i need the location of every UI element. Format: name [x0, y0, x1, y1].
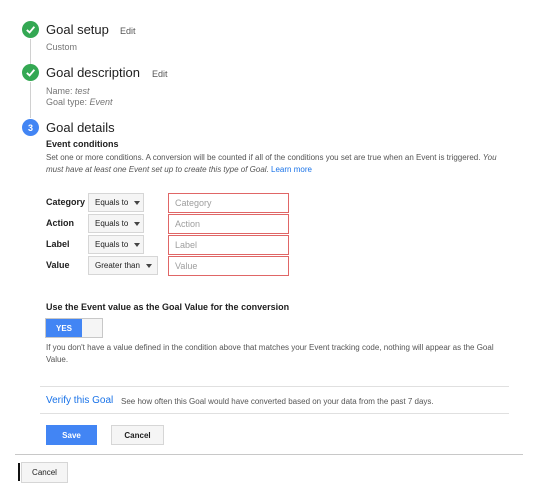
cancel-button[interactable]: Cancel	[111, 425, 164, 445]
verify-goal-link[interactable]: Verify this Goal	[46, 395, 113, 406]
save-button[interactable]: Save	[46, 425, 97, 445]
category-operator-value: Equals to	[95, 198, 129, 207]
verify-goal-description: See how often this Goal would have conve…	[121, 397, 434, 406]
condition-label-category: Category	[46, 197, 86, 207]
value-operator-value: Greater than	[95, 261, 140, 270]
condition-label-label: Label	[46, 239, 70, 249]
label-operator-select[interactable]: Equals to	[88, 235, 144, 254]
goal-setup-value: Custom	[46, 42, 78, 52]
edit-goal-setup-link[interactable]: Edit	[120, 26, 136, 36]
divider	[40, 386, 509, 387]
label-input[interactable]: Label	[168, 235, 289, 255]
value-operator-select[interactable]: Greater than	[88, 256, 158, 275]
check-icon	[22, 64, 39, 81]
action-operator-value: Equals to	[95, 219, 129, 228]
goal-value-note: If you don't have a value defined in the…	[46, 343, 494, 364]
goal-type-label: Goal type:	[46, 97, 88, 107]
edit-goal-description-link[interactable]: Edit	[152, 69, 168, 79]
event-conditions-description: Set one or more conditions. A conversion…	[46, 152, 508, 176]
learn-more-link[interactable]: Learn more	[271, 165, 312, 174]
action-input[interactable]: Action	[168, 214, 289, 234]
goal-value-toggle[interactable]: YES	[45, 318, 103, 338]
divider	[40, 413, 509, 414]
category-operator-select[interactable]: Equals to	[88, 193, 144, 212]
chevron-down-icon	[134, 221, 141, 226]
chevron-down-icon	[134, 242, 141, 247]
value-input[interactable]: Value	[168, 256, 289, 276]
goal-value-heading: Use the Event value as the Goal Value fo…	[46, 302, 290, 312]
condition-label-action: Action	[46, 218, 74, 228]
chevron-down-icon	[145, 263, 152, 268]
check-icon	[22, 21, 39, 38]
goal-name-value: test	[75, 86, 90, 96]
chevron-down-icon	[134, 200, 141, 205]
goal-name-line: Name: test	[46, 86, 90, 97]
goal-type-line: Goal type: Event	[46, 97, 113, 108]
action-operator-select[interactable]: Equals to	[88, 214, 144, 233]
divider	[15, 454, 523, 455]
goal-type-value: Event	[89, 97, 113, 107]
step-number-badge: 3	[22, 119, 39, 136]
category-input[interactable]: Category	[168, 193, 289, 213]
toggle-yes-label: YES	[46, 319, 82, 337]
step-title-goal-setup: Goal setup	[46, 22, 109, 37]
condition-label-value: Value	[46, 260, 70, 270]
label-operator-value: Equals to	[95, 240, 129, 249]
outer-cancel-button[interactable]: Cancel	[21, 462, 68, 483]
step-connector	[30, 82, 31, 118]
step-title-goal-description: Goal description	[46, 65, 140, 80]
step-connector	[30, 39, 31, 64]
event-conditions-heading: Event conditions	[46, 139, 119, 149]
text-cursor	[18, 463, 20, 481]
step-title-goal-details: Goal details	[46, 120, 115, 135]
event-conditions-text: Set one or more conditions. A conversion…	[46, 153, 481, 162]
goal-name-label: Name:	[46, 86, 73, 96]
